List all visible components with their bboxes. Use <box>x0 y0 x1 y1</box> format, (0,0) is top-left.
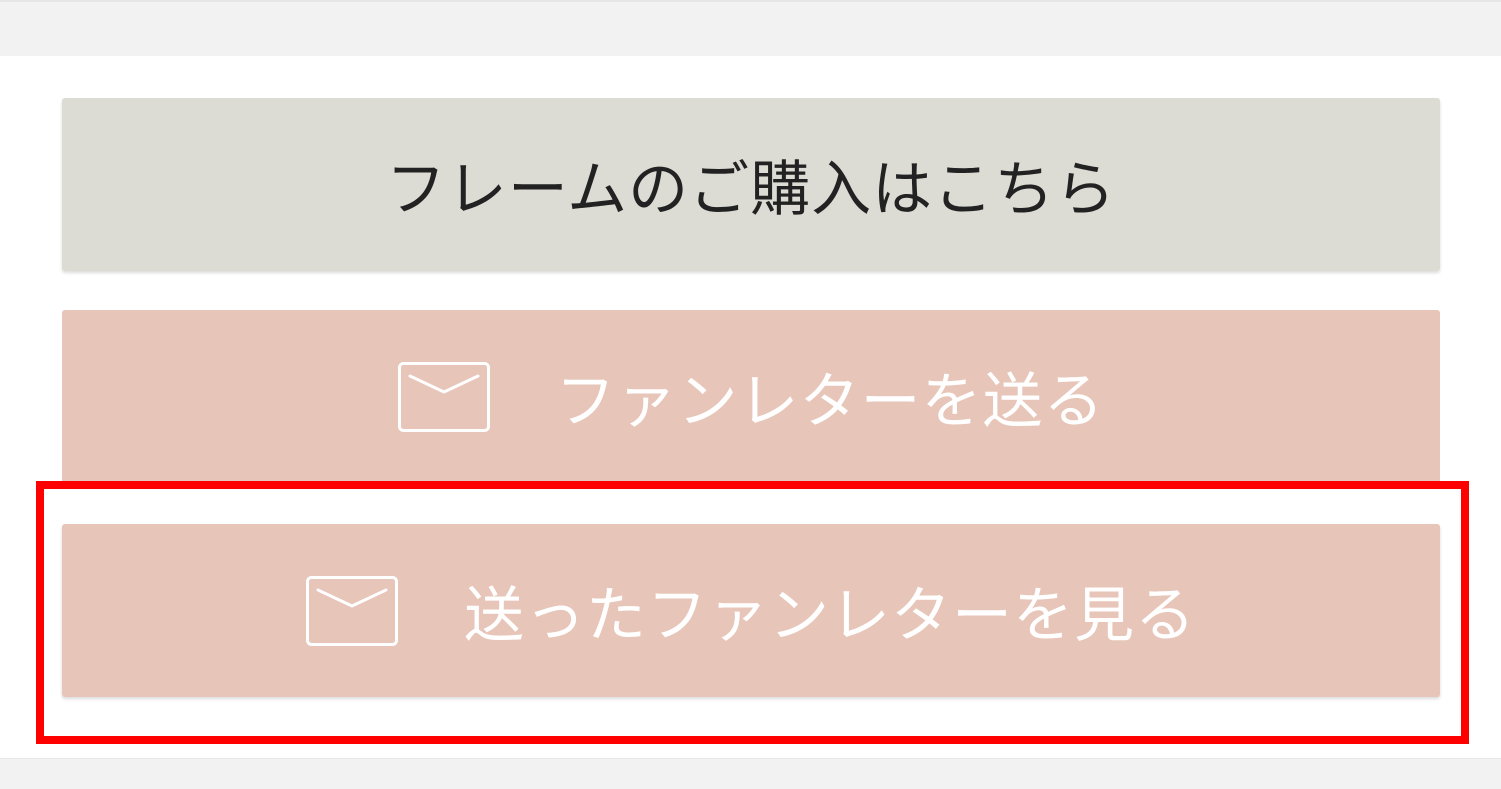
envelope-icon <box>306 575 398 646</box>
view-sent-fan-letters-button[interactable]: 送ったファンレターを見る <box>62 524 1440 697</box>
send-fan-letter-button[interactable]: ファンレターを送る <box>62 310 1440 483</box>
frame-purchase-button[interactable]: フレームのご購入はこちら <box>62 98 1440 271</box>
send-fan-letter-label: ファンレターを送る <box>555 367 1105 437</box>
frame-purchase-label: フレームのご購入はこちら <box>385 155 1117 225</box>
envelope-icon <box>397 361 490 432</box>
top-divider-band <box>0 0 1501 56</box>
bottom-divider-band <box>0 758 1501 789</box>
view-sent-fan-letters-label: 送ったファンレターを見る <box>464 581 1196 651</box>
